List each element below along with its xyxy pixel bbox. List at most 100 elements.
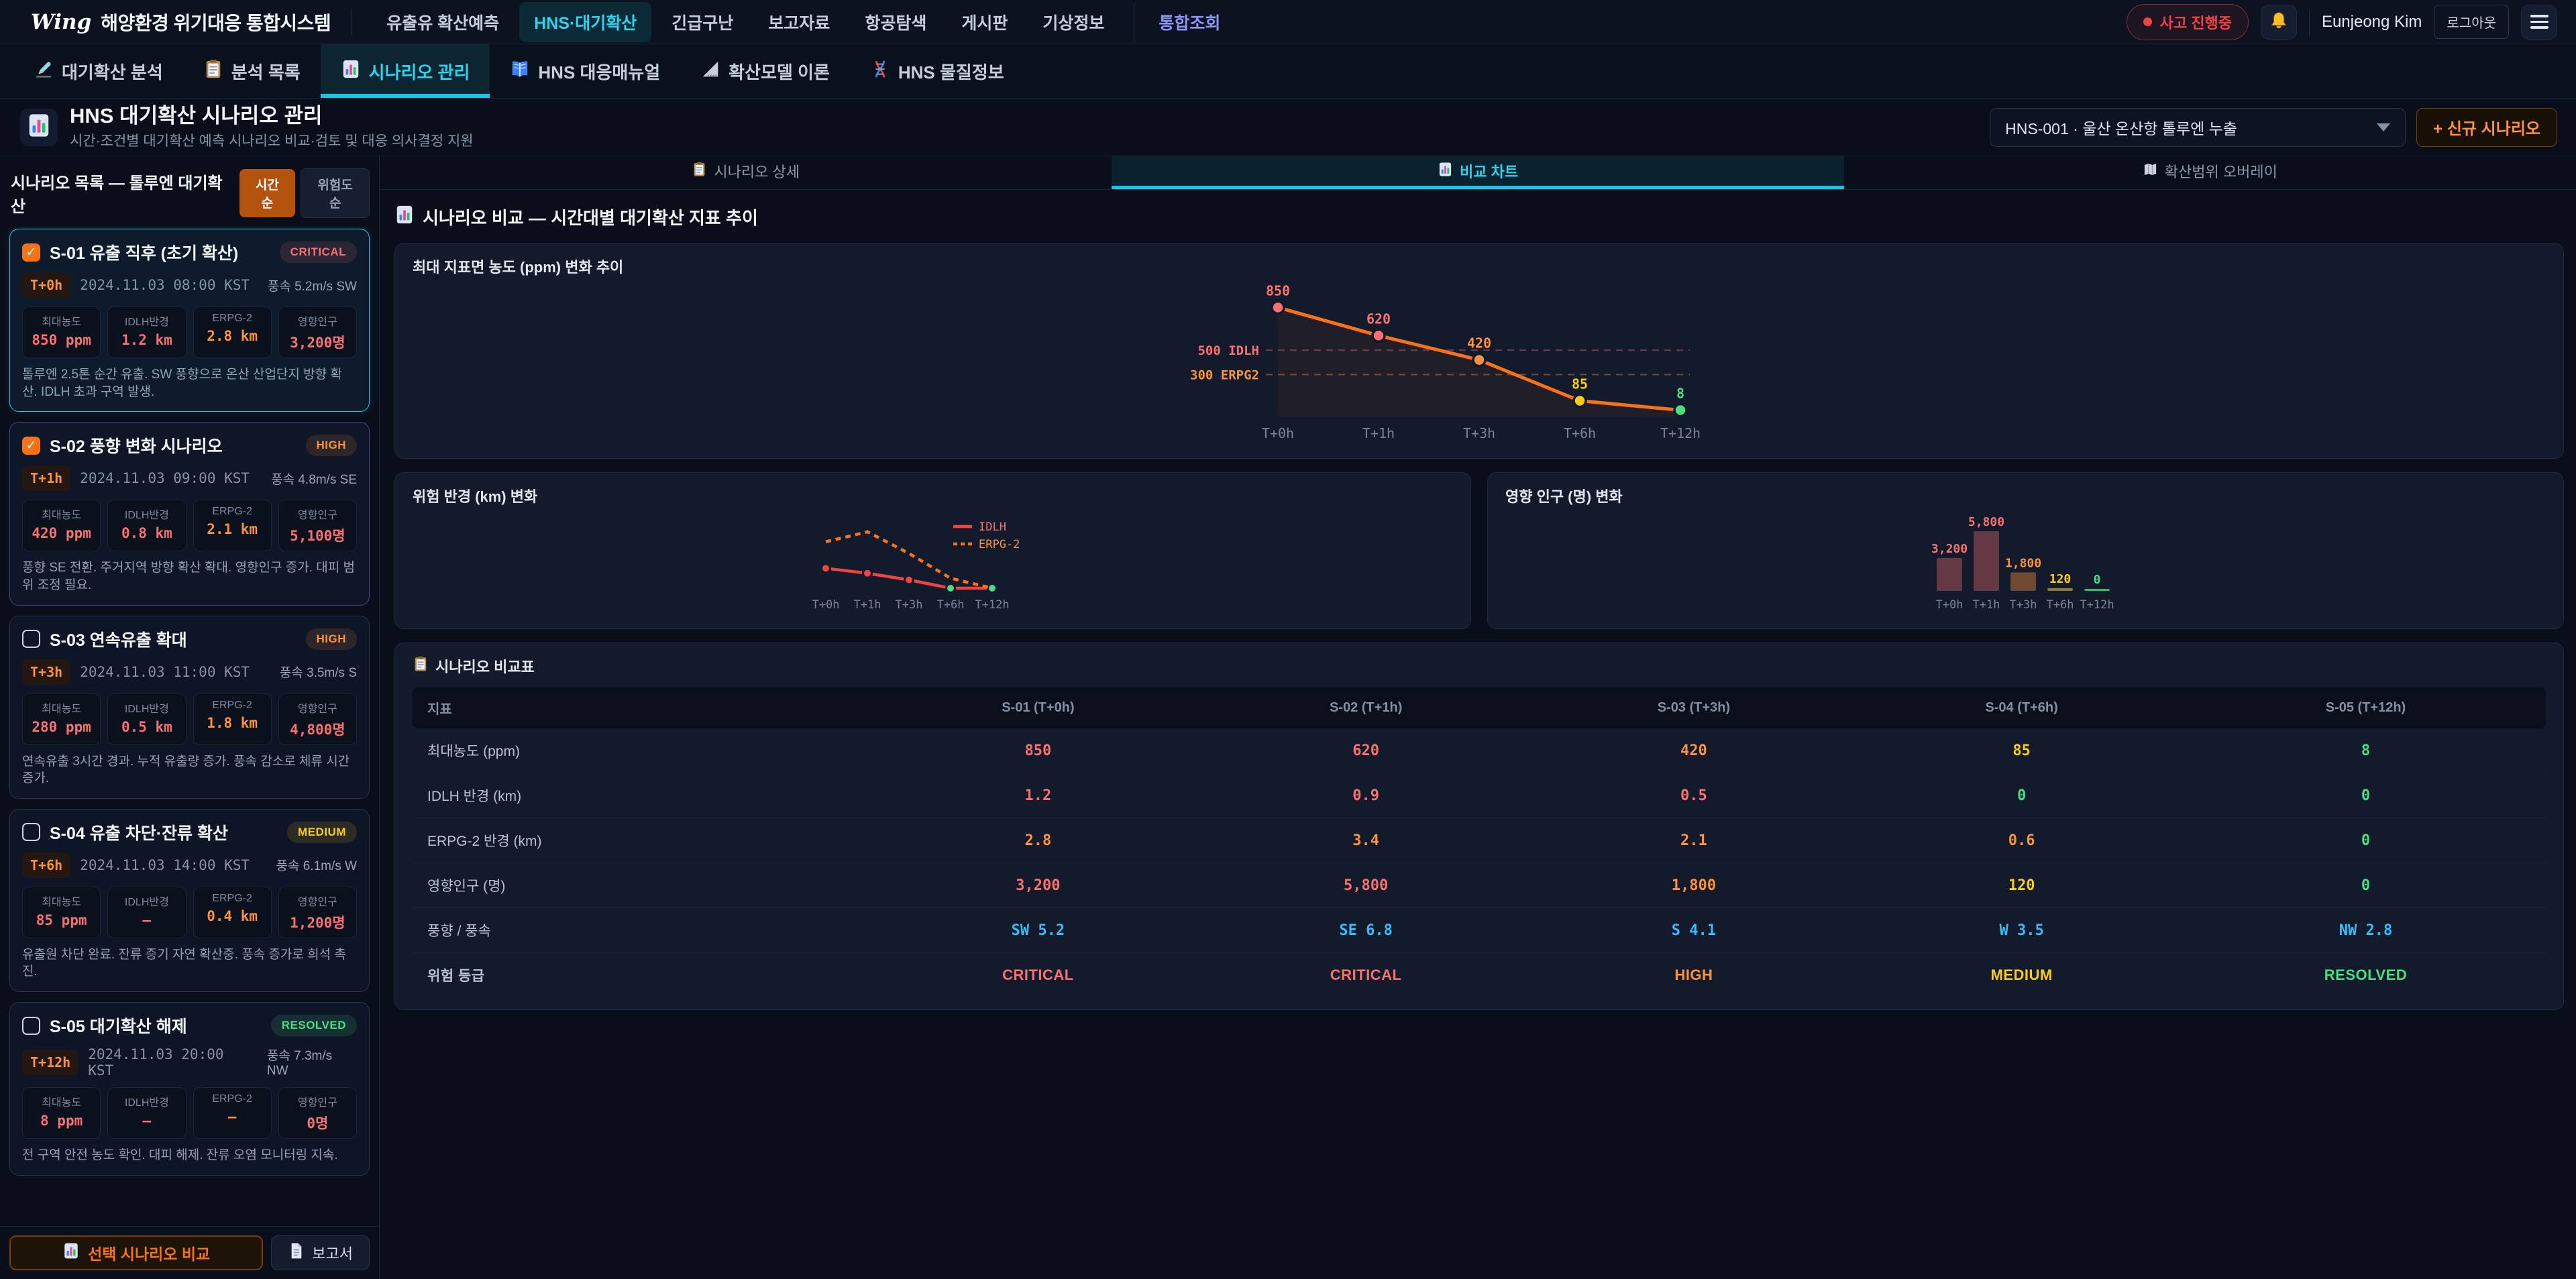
metric-box: 최대농도 420 ppm — [22, 500, 101, 551]
header-actions: HNS-001 · 울산 온산항 톨루엔 누출 + 신규 시나리오 — [1990, 108, 2557, 147]
wind-info: 풍속 3.5m/s S — [280, 663, 357, 681]
metric-value: 4,800명 — [282, 719, 354, 739]
compare-scenarios-button[interactable]: 선택 시나리오 비교 — [9, 1235, 263, 1270]
metric-value: 420 ppm — [25, 525, 97, 541]
subtab-scenario[interactable]: 시나리오 관리 — [321, 44, 490, 98]
table-cell-value: 8 — [2186, 728, 2546, 773]
concentration-trend-panel: 최대 지표면 농도 (ppm) 변화 추이 500 IDLH300 ERPG28… — [394, 243, 2564, 459]
subtab-manual[interactable]: HNS 대응매뉴얼 — [490, 44, 680, 98]
nav-item-rescue[interactable]: 긴급구난 — [657, 2, 748, 42]
tab-detail[interactable]: 시나리오 상세 — [380, 156, 1112, 189]
incident-badge-label: 사고 진행중 — [2160, 11, 2232, 33]
svg-text:T+1h: T+1h — [1362, 425, 1395, 441]
metric-box: ERPG-2 0.4 km — [193, 887, 272, 938]
subtab-label: HNS 대응매뉴얼 — [538, 59, 660, 84]
clipboard-icon — [203, 59, 223, 84]
sort-by-risk-button[interactable]: 위험도순 — [301, 168, 370, 218]
metric-value: 2.1 km — [197, 521, 268, 537]
svg-text:620: 620 — [1366, 311, 1391, 327]
svg-text:0: 0 — [2093, 573, 2100, 587]
menu-button[interactable] — [2521, 5, 2557, 40]
scenario-checkbox[interactable]: ✓ — [22, 437, 40, 455]
scenario-card-title: S-02 풍향 변화 시나리오 — [50, 433, 223, 457]
dna-icon — [870, 59, 890, 84]
svg-text:8: 8 — [1676, 386, 1684, 402]
metric-grid: 최대농도850 ppmIDLH반경1.2 kmERPG-22.8 km영향인구3… — [22, 307, 357, 358]
table-cell-value: 0.9 — [1202, 773, 1530, 818]
nav-item-board[interactable]: 게시판 — [947, 2, 1022, 42]
metric-label: 영향인구 — [282, 313, 354, 329]
svg-text:120: 120 — [2049, 572, 2071, 586]
svg-text:T+3h: T+3h — [2009, 598, 2037, 612]
sort-by-time-button[interactable]: 시간순 — [239, 169, 296, 217]
subtab-analysis[interactable]: 대기확산 분석 — [13, 44, 183, 98]
metric-label: 최대농도 — [25, 506, 97, 522]
scenario-card-s01[interactable]: ✓S-01 유출 직후 (초기 확산)CRITICALT+0h2024.11.0… — [9, 229, 370, 412]
scenario-card-s05[interactable]: S-05 대기확산 해제RESOLVEDT+12h2024.11.03 20:0… — [9, 1002, 370, 1176]
svg-text:T+6h: T+6h — [936, 598, 964, 612]
nav-item-weather[interactable]: 기상정보 — [1028, 2, 1119, 42]
table-column-header: S-04 (T+6h) — [1858, 687, 2186, 728]
document-icon — [288, 1242, 305, 1264]
metric-box: IDLH반경– — [107, 887, 186, 938]
content-scroll-area: 시나리오 비교 — 시간대별 대기확산 지표 추이 최대 지표면 농도 (ppm… — [380, 190, 2576, 1279]
metric-label: 최대농도 — [25, 313, 97, 329]
section-title: 시나리오 비교 — 시간대별 대기확산 지표 추이 — [394, 205, 2564, 229]
metric-label: 영향인구 — [282, 506, 354, 522]
table-cell-value: 620 — [1202, 728, 1530, 773]
table-row: 최대농도 (ppm)850620420858 — [413, 728, 2546, 773]
subtab-list[interactable]: 분석 목록 — [183, 44, 321, 98]
svg-text:T+0h: T+0h — [1935, 598, 1963, 612]
metric-box: 영향인구 5,100명 — [278, 500, 357, 551]
table-cell-value: 120 — [1858, 863, 2186, 908]
logout-button[interactable]: 로그아웃 — [2434, 5, 2509, 39]
notifications-button[interactable] — [2261, 5, 2297, 40]
new-scenario-button[interactable]: + 신규 시나리오 — [2416, 108, 2557, 147]
secondary-charts-row: 위험 반경 (km) 변화 T+0hT+1hT+3hT+6hT+12hIDLHE… — [394, 459, 2564, 629]
subtab-model-theory[interactable]: 확산모델 이론 — [680, 44, 850, 98]
scenario-card-s03[interactable]: S-03 연속유출 확대HIGHT+3h2024.11.03 11:00 KST… — [9, 616, 370, 799]
scenario-card-s02[interactable]: ✓S-02 풍향 변화 시나리오HIGHT+1h2024.11.03 09:00… — [9, 422, 370, 605]
scenario-sidebar: 시나리오 목록 — 톨루엔 대기확산 시간순 위험도순 ✓S-01 유출 직후 … — [0, 156, 380, 1279]
nav-item-air-search[interactable]: 항공탐색 — [850, 2, 941, 42]
svg-text:T+6h: T+6h — [2046, 598, 2074, 612]
scenario-description: 연속유출 3시간 경과. 누적 유출량 증가. 풍속 감소로 체류 시간 증가. — [22, 753, 357, 787]
metric-label: 영향인구 — [282, 893, 354, 909]
nav-item-oil-spill[interactable]: 유출유 확산예측 — [372, 2, 514, 42]
svg-text:420: 420 — [1467, 335, 1491, 351]
report-button[interactable]: 보고서 — [271, 1235, 370, 1270]
scenario-datetime: 2024.11.03 20:00 KST — [88, 1046, 258, 1078]
nav-item-hns-air[interactable]: HNS·대기확산 — [519, 2, 651, 42]
nav-item-reports[interactable]: 보고자료 — [753, 2, 845, 42]
metric-box: IDLH반경– — [107, 1087, 186, 1139]
metric-value: 1,200명 — [282, 912, 354, 932]
scenario-checkbox[interactable] — [22, 1017, 40, 1035]
metric-box: ERPG-22.1 km — [193, 500, 272, 551]
scenario-checkbox[interactable]: ✓ — [22, 243, 40, 262]
scenario-checkbox[interactable] — [22, 630, 40, 648]
clipboard-icon — [413, 656, 429, 676]
subtab-substance[interactable]: HNS 물질정보 — [850, 44, 1024, 98]
bar-chart-icon — [62, 1242, 80, 1264]
metric-label: ERPG-2 — [197, 893, 268, 905]
table-cell-value: HIGH — [1530, 953, 1858, 998]
scenario-checkbox[interactable] — [22, 823, 40, 841]
metric-value: 1.2 km — [111, 332, 182, 348]
metric-value: 5,100명 — [282, 525, 354, 545]
metric-label: IDLH반경 — [111, 893, 182, 909]
tab-overlay[interactable]: 확산범위 오버레이 — [1844, 156, 2576, 189]
metric-label: IDLH반경 — [111, 700, 182, 716]
metric-value: 85 ppm — [25, 912, 97, 928]
metric-box: 영향인구0명 — [278, 1087, 357, 1139]
scenario-card-s04[interactable]: S-04 유출 차단·잔류 확산MEDIUMT+6h2024.11.03 14:… — [9, 809, 370, 992]
metric-box: ERPG-2– — [193, 1087, 272, 1139]
svg-text:IDLH: IDLH — [979, 520, 1006, 534]
app-logo: Wing — [31, 10, 91, 34]
nav-item-integrated[interactable]: 통합조회 — [1134, 2, 1235, 42]
metric-value: 0.4 km — [197, 908, 268, 924]
table-row: 위험 등급CRITICALCRITICALHIGHMEDIUMRESOLVED — [413, 953, 2546, 998]
scenario-select[interactable]: HNS-001 · 울산 온산항 톨루엔 누출 — [1990, 108, 2406, 147]
tab-compare-chart[interactable]: 비교 차트 — [1112, 156, 1843, 189]
svg-text:T+3h: T+3h — [895, 598, 922, 612]
table-row: 풍향 / 풍속SW 5.2SE 6.8S 4.1W 3.5NW 2.8 — [413, 908, 2546, 953]
